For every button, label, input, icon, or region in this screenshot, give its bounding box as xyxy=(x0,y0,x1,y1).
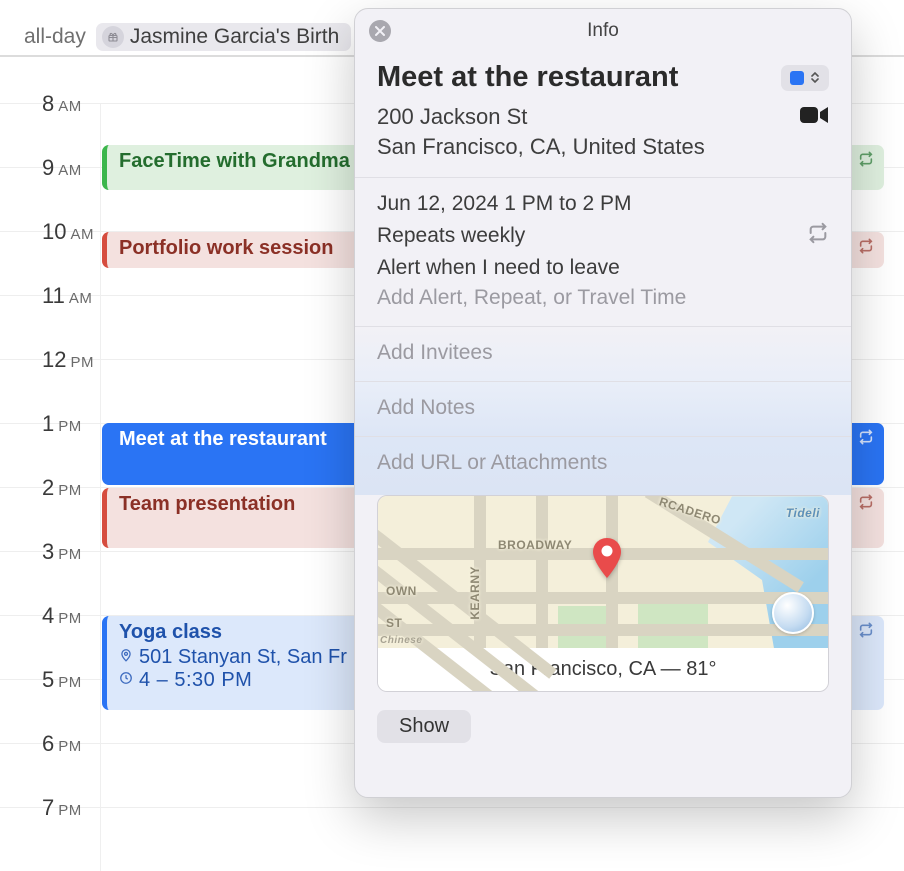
hour-row: 7PM xyxy=(0,807,904,871)
location-pin-icon xyxy=(119,648,133,667)
event-title-field[interactable]: Meet at the restaurant xyxy=(377,61,678,94)
hour-label: 7PM xyxy=(42,795,82,821)
repeat-icon xyxy=(858,622,874,643)
hour-label: 12PM xyxy=(42,347,94,373)
section-attachments: Add URL or Attachments xyxy=(355,436,851,495)
event-datetime-field[interactable]: Jun 12, 2024 1 PM to 2 PM xyxy=(377,192,829,216)
event-title: FaceTime with Grandma xyxy=(119,150,350,172)
add-invitees[interactable]: Add Invitees xyxy=(377,341,493,364)
hour-label: 9AM xyxy=(42,155,82,181)
map-park xyxy=(638,598,708,648)
section-title-location: Meet at the restaurant 200 Jackson St Sa… xyxy=(355,53,851,177)
map-street-label: BROADWAY xyxy=(498,538,572,552)
hour-label: 2PM xyxy=(42,475,82,501)
clock-icon xyxy=(119,671,133,690)
add-alert-repeat-travel[interactable]: Add Alert, Repeat, or Travel Time xyxy=(377,286,829,310)
hour-label: 11AM xyxy=(42,283,92,309)
map-pin-icon xyxy=(592,538,622,578)
map-poi-label: Chinese xyxy=(380,635,422,646)
allday-event-chip[interactable]: Jasmine Garcia's Birth xyxy=(96,23,351,51)
location-line1: 200 Jackson St xyxy=(377,102,705,132)
hour-label: 6PM xyxy=(42,731,82,757)
section-invitees: Add Invitees xyxy=(355,326,851,381)
add-notes[interactable]: Add Notes xyxy=(377,396,475,419)
chevron-updown-icon xyxy=(810,72,820,83)
hour-label: 8AM xyxy=(42,91,82,117)
popover-title: Info xyxy=(587,20,619,42)
video-call-icon[interactable] xyxy=(799,104,829,132)
repeat-icon xyxy=(858,238,874,259)
allday-label: all-day xyxy=(24,25,86,49)
map-water-label: Tideli xyxy=(786,506,820,520)
hour-label: 10AM xyxy=(42,219,94,245)
calendar-swatch-icon xyxy=(790,71,804,85)
event-title: Meet at the restaurant xyxy=(119,428,327,450)
map-road xyxy=(536,496,548,648)
map-canvas: BROADWAY KEARNY OWN ST Chinese RCADERO T… xyxy=(378,496,828,648)
hour-label: 1PM xyxy=(42,411,82,437)
repeat-icon xyxy=(858,429,874,450)
hour-label: 3PM xyxy=(42,539,82,565)
hour-label: 5PM xyxy=(42,667,82,693)
repeat-icon xyxy=(858,151,874,172)
event-repeat-field[interactable]: Repeats weekly xyxy=(377,224,525,248)
section-time: Jun 12, 2024 1 PM to 2 PM Repeats weekly… xyxy=(355,177,851,326)
add-url-attachments[interactable]: Add URL or Attachments xyxy=(377,451,607,474)
gift-icon xyxy=(102,26,124,48)
location-line2: San Francisco, CA, United States xyxy=(377,132,705,162)
event-time: 4 – 5:30 PM xyxy=(139,669,252,692)
map-street-label: OWN xyxy=(386,584,417,598)
event-info-popover: Info Meet at the restaurant 200 Jackson … xyxy=(354,8,852,798)
event-location-field[interactable]: 200 Jackson St San Francisco, CA, United… xyxy=(377,102,705,161)
popover-footer: Show xyxy=(355,698,851,761)
allday-event-title: Jasmine Garcia's Birth xyxy=(130,25,339,49)
map-street-label: KEARNY xyxy=(468,566,482,620)
event-title: Portfolio work session xyxy=(119,237,333,259)
event-alert-field[interactable]: Alert when I need to leave xyxy=(377,256,829,280)
event-location: 501 Stanyan St, San Fr xyxy=(139,646,347,669)
map-street-label: ST xyxy=(386,616,402,630)
popover-titlebar: Info xyxy=(355,9,851,53)
section-notes: Add Notes xyxy=(355,381,851,436)
close-icon[interactable] xyxy=(369,20,391,42)
location-map[interactable]: BROADWAY KEARNY OWN ST Chinese RCADERO T… xyxy=(377,495,829,692)
event-title: Yoga class xyxy=(119,621,222,643)
repeat-icon xyxy=(807,222,829,250)
event-title: Team presentation xyxy=(119,493,295,515)
show-button[interactable]: Show xyxy=(377,710,471,743)
calendar-color-picker[interactable] xyxy=(781,65,829,91)
repeat-icon xyxy=(858,494,874,515)
hour-label: 4PM xyxy=(42,603,82,629)
